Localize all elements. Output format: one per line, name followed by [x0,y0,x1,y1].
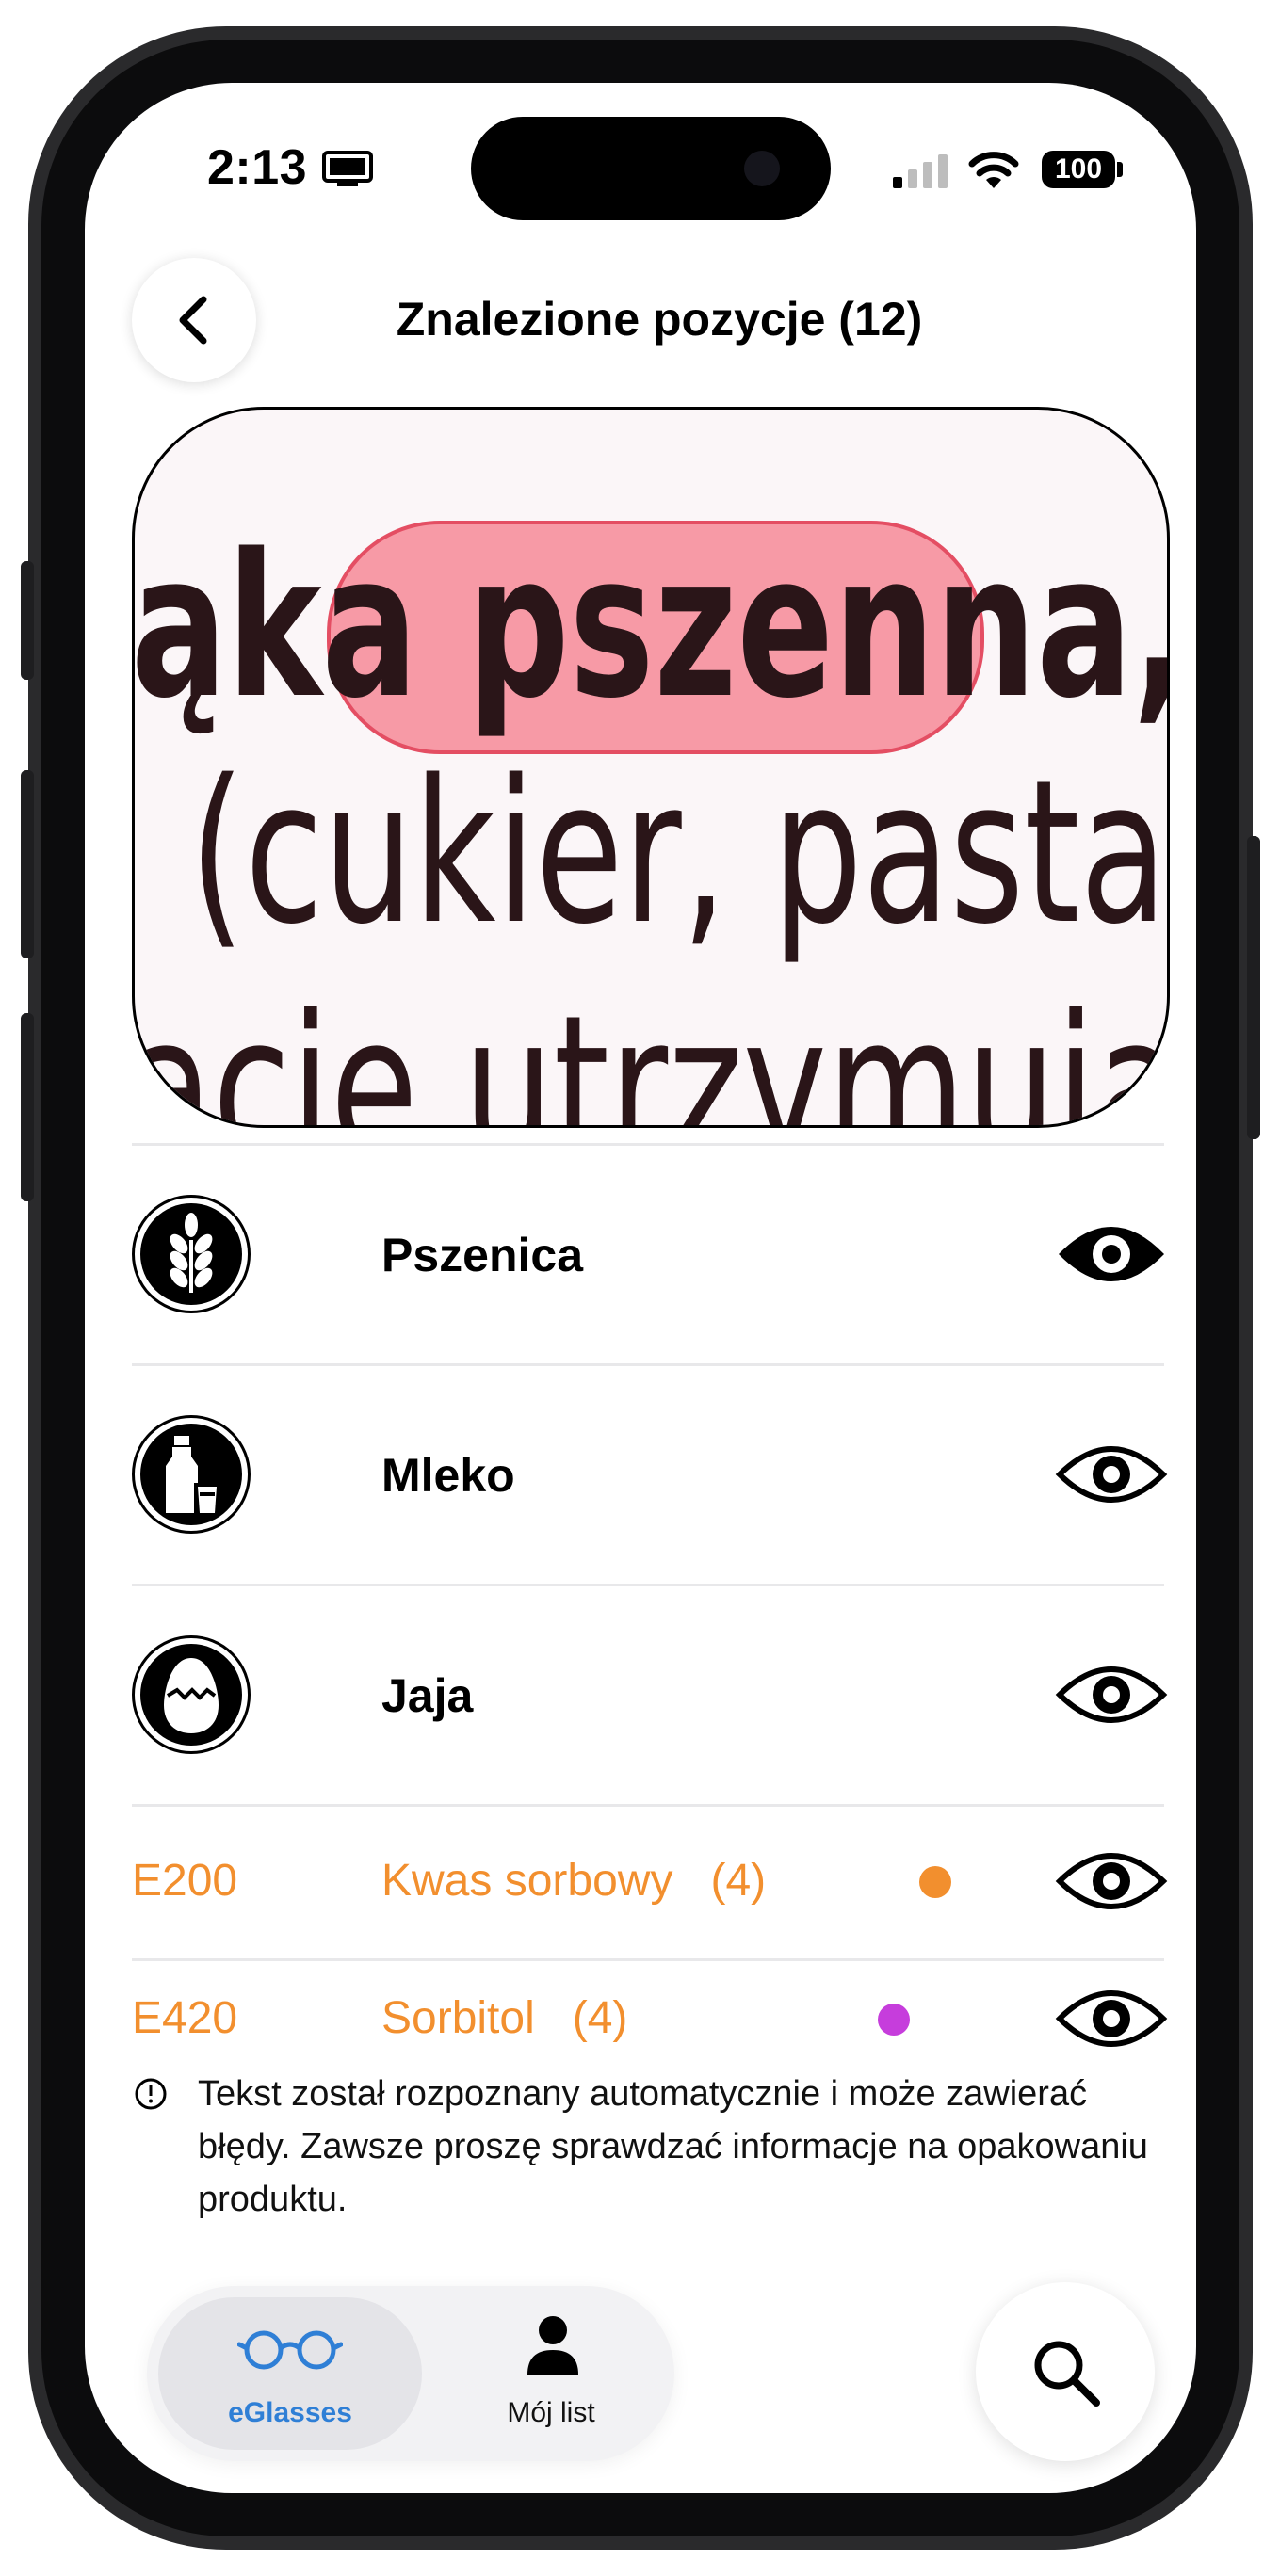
additive-row-e420[interactable]: E420 Sorbitol (4) [85,1960,1196,2058]
app-screen: 2:13 100 Znalezione pozycje (12) ąka psz… [85,83,1196,2493]
page-title: Znalezione pozycje (12) [396,293,923,346]
wheat-icon [132,1195,251,1313]
eye-filled-icon[interactable] [1055,1216,1168,1292]
additive-name: Sorbitol (4) [381,1992,627,2044]
eye-icon[interactable] [1055,1981,1168,2056]
action-button [21,561,34,680]
additive-name-text: Kwas sorbowy [381,1856,673,1906]
front-camera [744,151,780,186]
additive-code: E200 [132,1856,238,1906]
scan-highlighted-word: pszenna [467,511,1133,742]
back-button[interactable] [132,258,256,382]
wifi-icon [968,152,1019,188]
scan-line-3: acie utrzymując [132,973,1170,1128]
scan-text-after: , cu [1132,511,1167,742]
allergen-label: Mleko [381,1449,515,1502]
battery-level: 100 [1054,153,1103,185]
allergen-row-jaja[interactable]: Jaja [85,1586,1196,1804]
chevron-left-icon [179,296,207,345]
allergen-row-mleko[interactable]: Mleko [85,1365,1196,1584]
person-icon [527,2316,578,2375]
tab-label: Mój list [507,2397,595,2428]
scan-text-before: ąka [132,511,468,742]
allergen-row-pszenica[interactable]: Pszenica [85,1145,1196,1363]
scan-line-2: (cukier, pasta ka [189,737,1168,968]
status-dot [919,1866,951,1898]
scanned-label-image: ąka pszenna, cu (cukier, pasta ka acie u… [132,407,1170,1128]
milk-bottle-icon [132,1415,251,1534]
eye-icon[interactable] [1055,1843,1168,1919]
volume-down-button [21,1013,34,1201]
additive-name: Kwas sorbowy (4) [381,1855,766,1907]
allergen-label: Jaja [381,1669,474,1722]
additive-row-e200[interactable]: E200 Kwas sorbowy (4) [85,1806,1196,1956]
disclaimer-text: Tekst został rozpoznany automatycznie i … [198,2074,1148,2219]
scan-line-1: ąka pszenna, cu [132,511,1167,742]
info-icon [135,2078,167,2110]
eye-icon[interactable] [1055,1657,1168,1732]
tab-label: eGlasses [228,2397,352,2428]
tab-moj-list[interactable]: Mój list [443,2297,659,2450]
cellular-signal-icon [893,154,948,188]
additive-count: (4) [572,1993,628,2043]
allergen-label: Pszenica [381,1229,584,1281]
search-button[interactable] [976,2282,1155,2461]
status-dot [878,2004,910,2036]
battery-indicator: 100 [1042,151,1115,188]
tab-eglasses[interactable]: eGlasses [158,2297,422,2450]
eye-icon[interactable] [1055,1437,1168,1512]
additive-code: E420 [132,1993,238,2043]
status-time: 2:13 [207,140,308,195]
glasses-icon [237,2330,343,2370]
search-icon [1034,2341,1100,2407]
egg-icon [132,1635,251,1754]
additive-count: (4) [710,1856,767,1906]
power-button [1247,836,1260,1139]
screen-mirroring-icon [322,151,373,186]
volume-up-button [21,770,34,958]
battery-cap [1117,162,1123,177]
additive-name-text: Sorbitol [381,1993,535,2043]
